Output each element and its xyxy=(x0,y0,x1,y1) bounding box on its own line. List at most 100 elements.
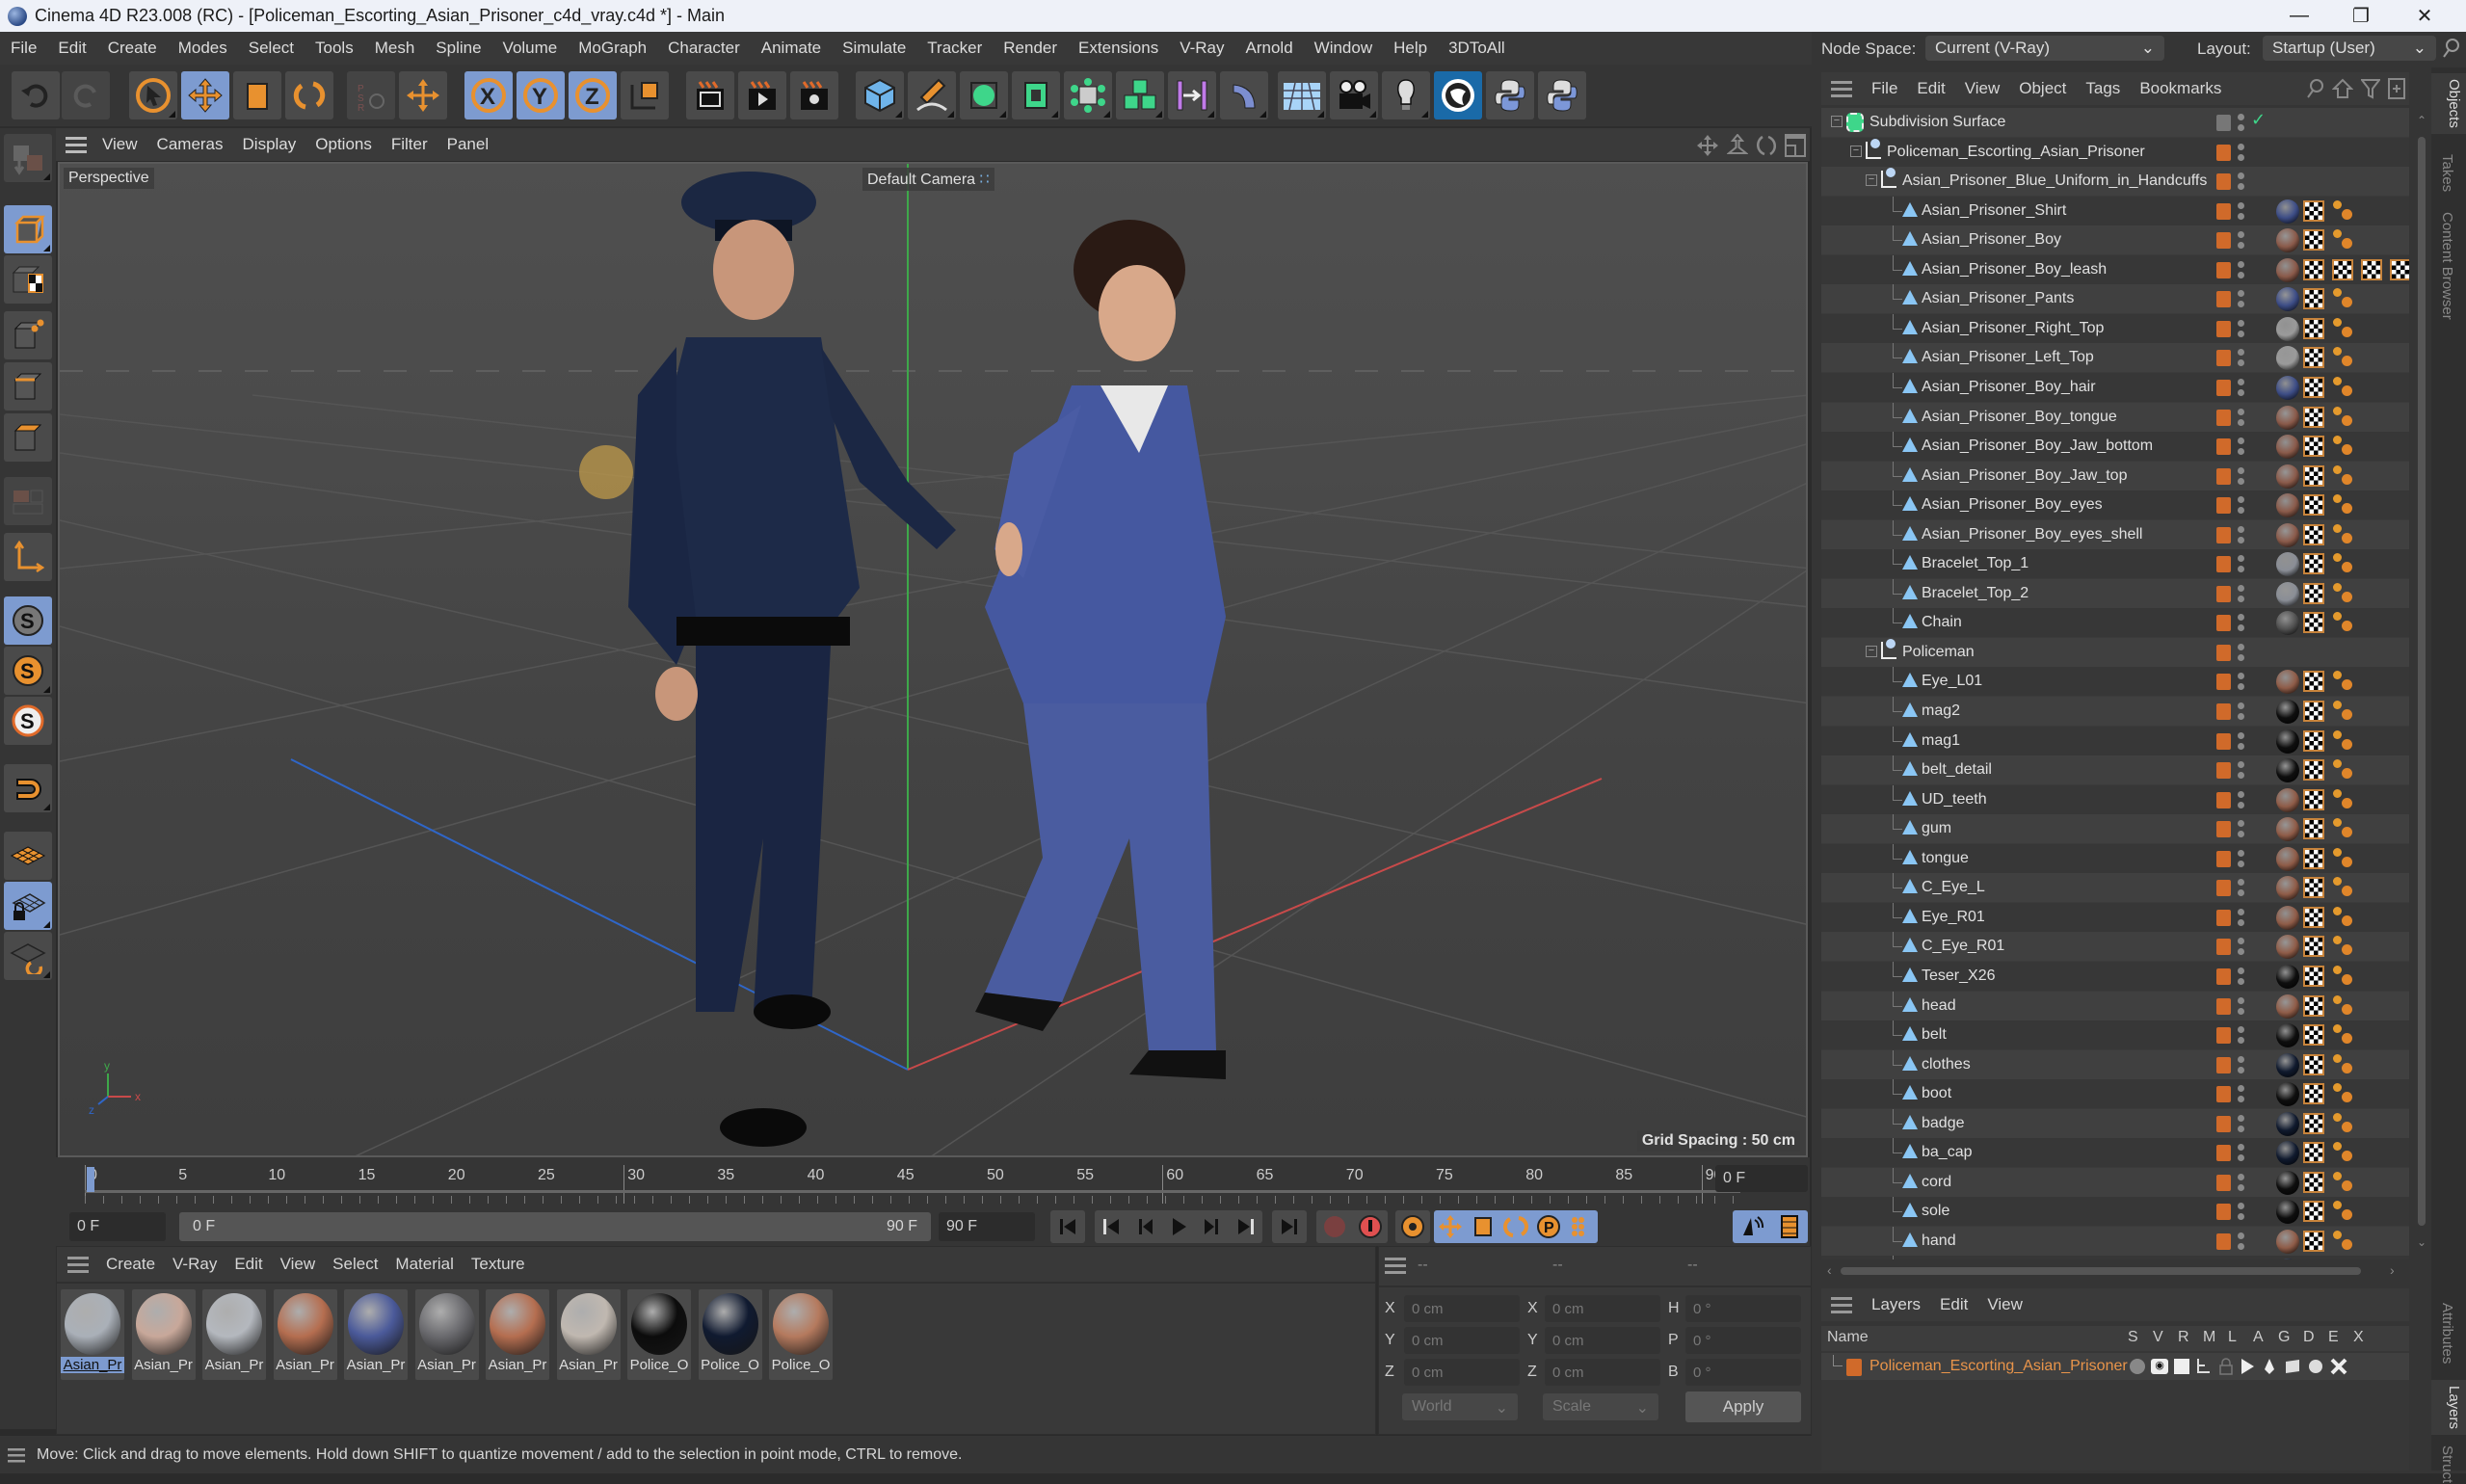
object-row[interactable]: belt xyxy=(1821,1020,2409,1050)
layer-color-icon[interactable] xyxy=(2216,232,2231,250)
visibility-dots-icon[interactable] xyxy=(2238,673,2245,692)
object-row[interactable]: clothes xyxy=(1821,1049,2409,1079)
object-menu-tags[interactable]: Tags xyxy=(2076,79,2130,98)
object-name[interactable]: belt_detail xyxy=(1922,761,1992,779)
object-row[interactable]: Bracelet_Top_1 xyxy=(1821,549,2409,579)
menu-arnold[interactable]: Arnold xyxy=(1235,39,1304,58)
solo-single-button[interactable]: S xyxy=(4,647,52,695)
bend-button[interactable] xyxy=(1220,71,1268,119)
object-name[interactable]: badge xyxy=(1922,1115,1965,1132)
render-view-button[interactable] xyxy=(686,71,734,119)
visibility-dots-icon[interactable] xyxy=(2238,201,2245,222)
material-tag-icon[interactable] xyxy=(2276,994,2299,1019)
axis-move-button[interactable] xyxy=(399,71,447,119)
layer-column-r[interactable]: R xyxy=(2178,1329,2189,1346)
object-name[interactable]: Asian_Prisoner_Boy_eyes_shell xyxy=(1922,526,2142,543)
uvw-tag-icon[interactable] xyxy=(2303,464,2324,487)
vray-object-tag-icon[interactable] xyxy=(2332,523,2355,546)
visibility-dots-icon[interactable] xyxy=(2238,643,2245,663)
vray-object-tag-icon[interactable] xyxy=(2332,1112,2355,1135)
object-row[interactable]: − Subdivision Surface ✓ xyxy=(1821,108,2409,137)
new-window-icon[interactable] xyxy=(2384,78,2409,99)
render-picture-viewer-button[interactable] xyxy=(738,71,786,119)
scale-tool-button[interactable] xyxy=(233,71,281,119)
close-button[interactable]: ✕ xyxy=(2400,0,2450,32)
layer-color-icon[interactable] xyxy=(2216,585,2231,602)
coord-mode-dropdown[interactable]: World ⌄ xyxy=(1402,1393,1518,1420)
cube-button[interactable] xyxy=(856,71,904,119)
visibility-dots-icon[interactable] xyxy=(2238,761,2245,781)
object-row[interactable]: Asian_Prisoner_Boy_leash xyxy=(1821,254,2409,284)
layer-color-icon[interactable] xyxy=(2216,409,2231,426)
vray-object-tag-icon[interactable] xyxy=(2332,376,2355,399)
viewport-zoom-icon[interactable] xyxy=(1727,134,1748,157)
object-name[interactable]: Asian_Prisoner_Boy_leash xyxy=(1922,261,2107,278)
vray-object-tag-icon[interactable] xyxy=(2332,1053,2355,1076)
autokeying-icon[interactable] xyxy=(1358,1214,1383,1239)
uvw-tag-icon[interactable] xyxy=(2303,317,2324,339)
visibility-dots-icon[interactable] xyxy=(2238,1144,2245,1163)
layer-column-x[interactable]: X xyxy=(2353,1329,2364,1346)
vray-object-tag-icon[interactable] xyxy=(2332,1230,2355,1253)
material-tag-icon[interactable] xyxy=(2276,670,2299,695)
uvw-tag-icon[interactable] xyxy=(2303,877,2324,899)
uvw-tag-icon[interactable] xyxy=(2303,965,2324,987)
solo-off-button[interactable]: S xyxy=(4,596,52,645)
material-swatch[interactable]: Police_O xyxy=(627,1289,691,1380)
render-settings-button[interactable] xyxy=(790,71,838,119)
layer-color-icon[interactable] xyxy=(2216,1174,2231,1191)
material-tag-icon[interactable] xyxy=(2276,1170,2299,1195)
layer-color-icon[interactable] xyxy=(2216,144,2231,161)
object-row[interactable]: UD_teeth xyxy=(1821,784,2409,814)
snap-button[interactable] xyxy=(4,764,52,812)
object-name[interactable]: Eye_R01 xyxy=(1922,909,1985,926)
scroll-left-icon[interactable]: ‹ xyxy=(1827,1262,1832,1278)
object-row[interactable]: Asian_Prisoner_Boy_Jaw_bottom xyxy=(1821,432,2409,462)
visibility-dots-icon[interactable] xyxy=(2238,1114,2245,1134)
coord-field[interactable]: 0 cm xyxy=(1545,1295,1660,1322)
uvw-tag-icon[interactable] xyxy=(2303,523,2324,545)
uvw-tag-icon[interactable] xyxy=(2303,1230,2324,1252)
polygons-mode-button[interactable] xyxy=(4,413,52,462)
layer-animation-play-icon[interactable] xyxy=(2240,1358,2255,1375)
layer-color-icon[interactable] xyxy=(2216,850,2231,867)
material-tag-icon[interactable] xyxy=(2276,552,2299,577)
record-active-objects-icon[interactable] xyxy=(1322,1214,1347,1239)
object-name[interactable]: hand xyxy=(1922,1232,1956,1250)
viewport-menu-options[interactable]: Options xyxy=(305,135,382,154)
object-name[interactable]: Asian_Prisoner_Boy_hair xyxy=(1922,379,2096,396)
material-menu-create[interactable]: Create xyxy=(97,1255,164,1274)
object-row[interactable]: Eye_R01 xyxy=(1821,902,2409,932)
visibility-dots-icon[interactable] xyxy=(2238,1026,2245,1046)
object-row[interactable]: Asian_Prisoner_Boy_hair xyxy=(1821,372,2409,402)
next-key-icon[interactable] xyxy=(1236,1217,1256,1236)
material-tag-icon[interactable] xyxy=(2276,1082,2299,1107)
visibility-dots-icon[interactable] xyxy=(2238,1173,2245,1193)
visibility-dots-icon[interactable] xyxy=(2238,879,2245,898)
redo-button[interactable] xyxy=(62,71,110,119)
material-swatch[interactable]: Asian_Pr xyxy=(131,1289,196,1380)
uvw-tag-icon[interactable] xyxy=(2303,1171,2324,1193)
key-parameter-icon[interactable]: P xyxy=(1536,1214,1561,1239)
python-button[interactable] xyxy=(1486,71,1534,119)
vray-object-tag-icon[interactable] xyxy=(2332,346,2355,369)
vray-object-tag-icon[interactable] xyxy=(2332,582,2355,605)
object-row[interactable]: hand xyxy=(1821,1226,2409,1256)
layer-hamburger-icon[interactable] xyxy=(1821,1296,1862,1313)
layer-color-icon[interactable] xyxy=(2216,703,2231,720)
material-swatch[interactable]: Police_O xyxy=(769,1289,833,1380)
tab-content-browser[interactable]: Content Browser xyxy=(2439,212,2455,320)
uvw-tag-icon[interactable] xyxy=(2303,612,2324,634)
collapse-toggle[interactable]: − xyxy=(1850,145,1862,157)
menu-3dtoall[interactable]: 3DToAll xyxy=(1438,39,1516,58)
object-row[interactable]: Asian_Prisoner_Pants xyxy=(1821,284,2409,314)
object-name[interactable]: Asian_Prisoner_Boy_eyes xyxy=(1922,496,2103,514)
object-name[interactable]: C_Eye_R01 xyxy=(1922,938,2004,955)
layer-xref-icon[interactable] xyxy=(2330,1358,2347,1375)
uvw-tag-icon[interactable] xyxy=(2303,788,2324,810)
object-row[interactable]: Eye_L01 xyxy=(1821,667,2409,697)
edges-mode-button[interactable] xyxy=(4,362,52,411)
uvw-tag-icon[interactable] xyxy=(2303,729,2324,752)
layer-color-icon[interactable] xyxy=(2216,909,2231,926)
viewport-menu-panel[interactable]: Panel xyxy=(438,135,498,154)
